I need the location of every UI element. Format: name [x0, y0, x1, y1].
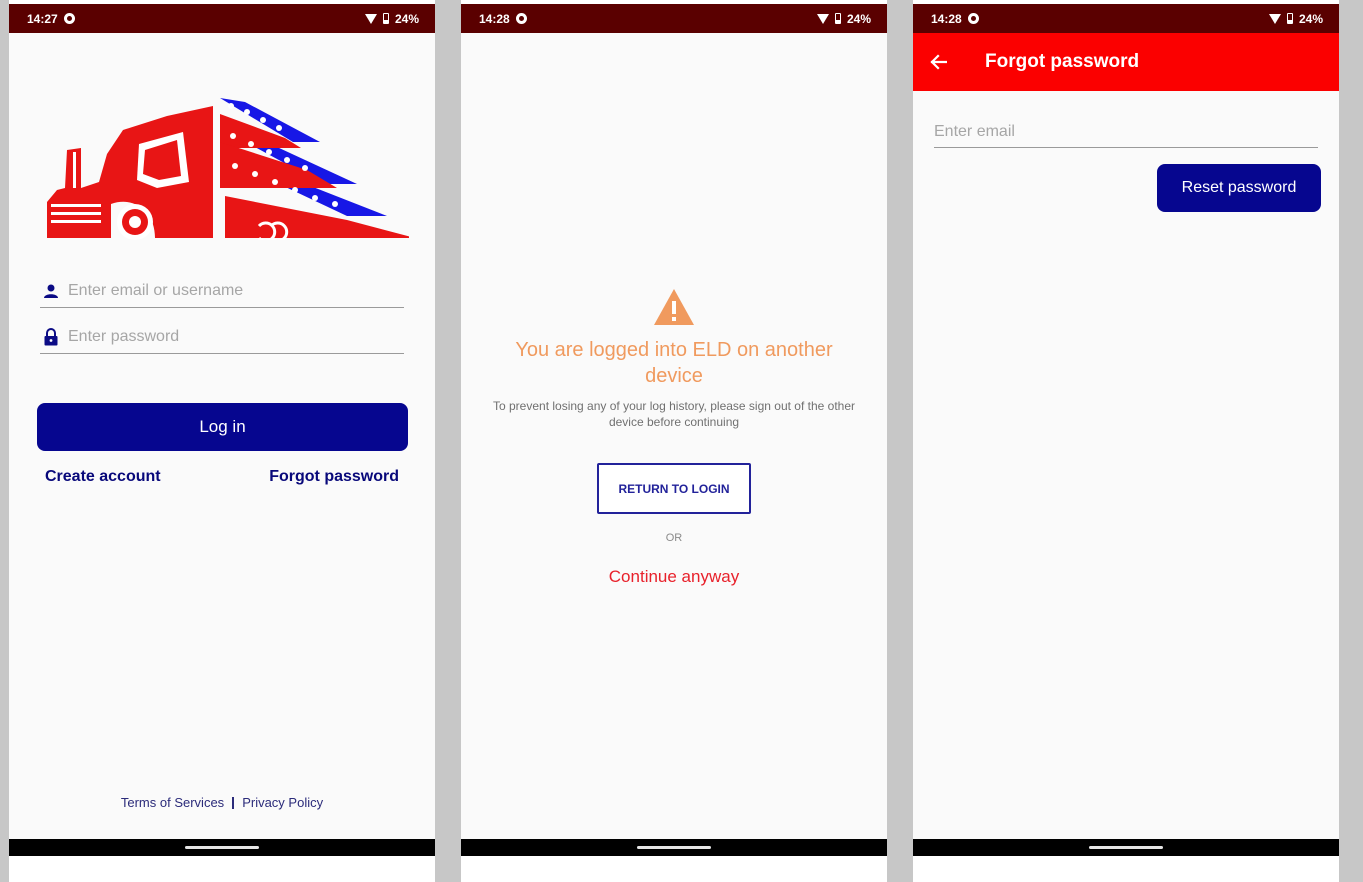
page-title: Forgot password: [985, 51, 1140, 72]
gutter-left: [0, 0, 9, 882]
wifi-icon: [1268, 13, 1281, 24]
gutter-right: [1339, 0, 1363, 882]
notification-icon: [967, 13, 979, 24]
privacy-link[interactable]: Privacy Policy: [242, 795, 323, 810]
gutter-middle-2: [887, 0, 913, 882]
status-time: 14:27: [27, 11, 58, 26]
wifi-icon: [816, 13, 829, 24]
notification-icon: [63, 13, 75, 24]
wifi-icon: [364, 13, 377, 24]
navigation-bar: [913, 839, 1339, 856]
password-field[interactable]: [40, 320, 404, 354]
battery-icon: [382, 13, 389, 24]
continue-anyway-link[interactable]: Continue anyway: [461, 567, 887, 587]
login-screen: 14:27 24% Enter email or username Log in…: [9, 4, 435, 856]
navigation-bar: [9, 839, 435, 856]
battery-level: 24%: [1298, 11, 1323, 26]
login-button[interactable]: Log in: [37, 403, 408, 451]
home-handle[interactable]: [185, 846, 259, 849]
another-device-screen: 14:28 24% You are logged into ELD on ano…: [461, 4, 887, 856]
back-arrow-icon[interactable]: [913, 33, 967, 91]
gutter-middle-1: [435, 0, 461, 882]
navigation-bar: [461, 839, 887, 856]
lock-icon: [40, 327, 62, 346]
battery-icon: [834, 13, 841, 24]
create-account-link[interactable]: Create account: [45, 468, 161, 486]
app-bar: Forgot password: [913, 33, 1339, 91]
logo-truck-flag: [47, 98, 409, 240]
warning-icon: [654, 289, 694, 325]
password-input[interactable]: [68, 327, 398, 346]
warning-description: To prevent losing any of your log histor…: [493, 399, 855, 429]
return-to-login-button[interactable]: RETURN TO LOGIN: [597, 463, 751, 514]
home-handle[interactable]: [1089, 846, 1163, 849]
email-field[interactable]: [934, 116, 1318, 148]
email-input[interactable]: [934, 122, 1318, 141]
warning-icon-wrap: [461, 287, 887, 327]
battery-level: 24%: [394, 11, 419, 26]
battery-level: 24%: [846, 11, 871, 26]
terms-link[interactable]: Terms of Services: [121, 795, 224, 810]
notification-icon: [515, 13, 527, 24]
status-time: 14:28: [931, 11, 962, 26]
status-bar: 14:28 24%: [461, 4, 887, 33]
user-icon: [40, 283, 62, 299]
footer-links: Terms of Services Privacy Policy: [9, 795, 435, 810]
battery-icon: [1286, 13, 1293, 24]
home-handle[interactable]: [637, 846, 711, 849]
or-separator: OR: [665, 532, 683, 544]
warning-title: You are logged into ELD on another devic…: [515, 339, 833, 387]
footer-divider: [232, 796, 235, 809]
status-bar: 14:28 24%: [913, 4, 1339, 33]
forgot-password-link[interactable]: Forgot password: [269, 468, 399, 486]
status-bar: 14:27 24%: [9, 4, 435, 33]
reset-password-button[interactable]: Reset password: [1157, 164, 1321, 212]
forgot-password-screen: 14:28 24% Forgot password Reset password: [913, 4, 1339, 856]
username-field[interactable]: [40, 274, 404, 308]
username-input[interactable]: [68, 281, 398, 300]
status-time: 14:28: [479, 11, 510, 26]
